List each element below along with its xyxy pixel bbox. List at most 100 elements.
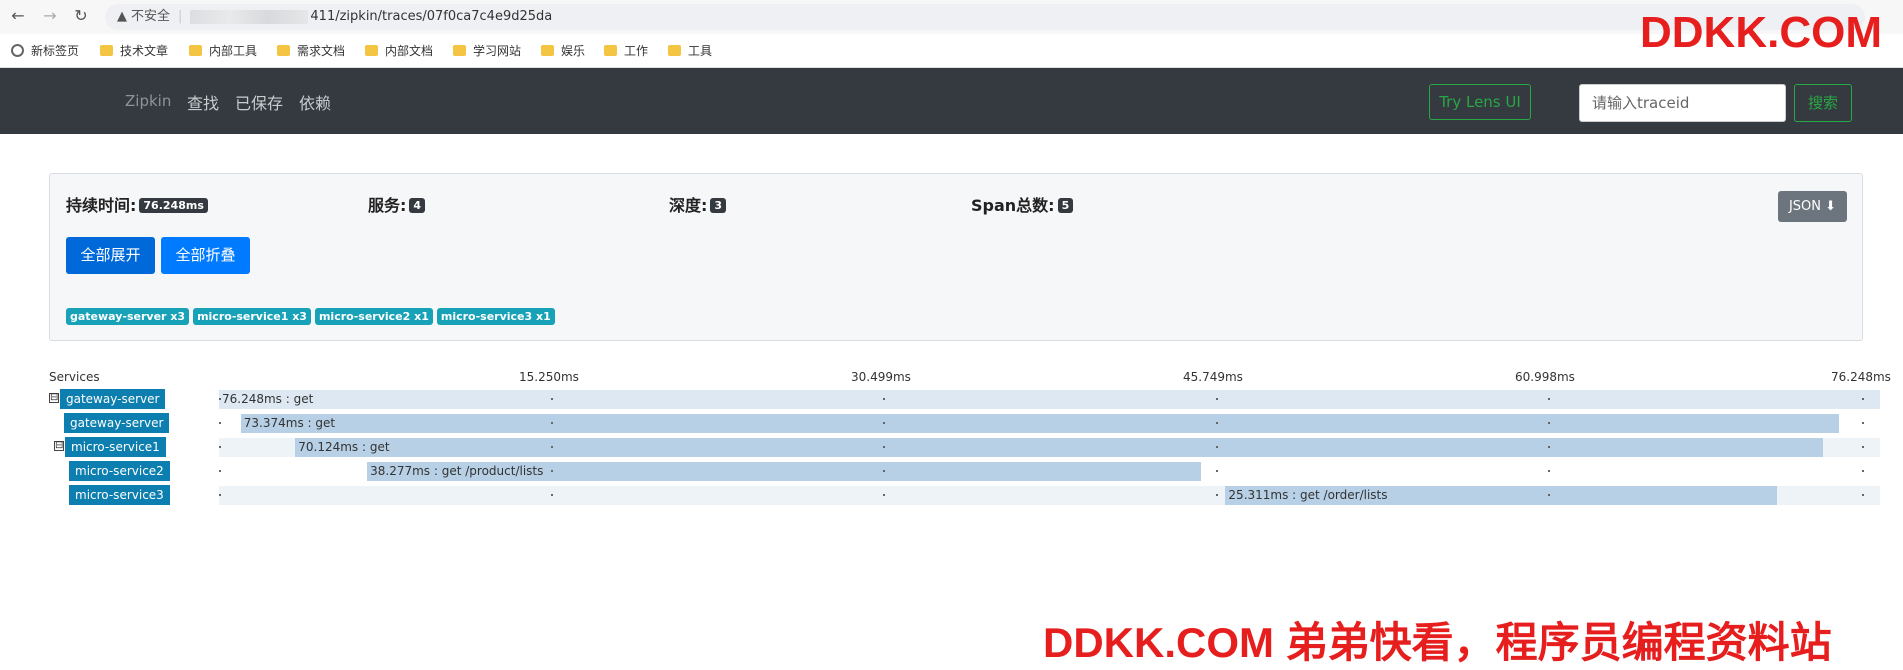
tick-dot	[551, 470, 554, 472]
duration-badge: 76.248ms	[139, 198, 208, 213]
url-path: 411/zipkin/traces/07f0ca7c4e9d25da	[310, 9, 553, 24]
download-icon: ⬇	[1825, 199, 1837, 214]
bookmark-new-tab[interactable]: 新标签页	[11, 43, 79, 59]
span-service-name: micro-service1	[65, 437, 166, 457]
nav-dependencies[interactable]: 依赖	[299, 90, 331, 114]
collapse-all-button[interactable]: 全部折叠	[161, 237, 250, 274]
depth-badge: 3	[710, 198, 727, 213]
tick-label: 30.499ms	[851, 370, 911, 384]
span-bar[interactable]	[240, 414, 1840, 433]
bookmark-requirements[interactable]: 需求文档	[277, 43, 345, 59]
span-service-name: micro-service2	[69, 461, 170, 481]
span-label: 25.311ms : get /order/lists	[1228, 488, 1388, 502]
tick-dot	[883, 470, 886, 472]
browser-address-bar: ← → ↻ ▲ 不安全 | 411/zipkin/traces/07f0ca7c4e9…	[0, 0, 1903, 34]
folder-icon	[277, 45, 290, 56]
service-badge[interactable]: gateway-server x3	[66, 308, 190, 325]
warning-icon: ▲	[117, 9, 127, 24]
tick-label: 76.248ms	[1831, 370, 1891, 384]
tick-dot	[1547, 446, 1550, 448]
span-row[interactable]: micro-service3 25.311ms : get /order/lis…	[0, 484, 1903, 506]
tick-dot	[551, 494, 554, 496]
watermark-bottom: DDKK.COM 弟弟快看，程序员编程资料站	[1043, 619, 1832, 666]
watermark-top: DDKK.COM	[1640, 8, 1882, 57]
bookmarks-bar: 新标签页 技术文章 内部工具 需求文档 内部文档 学习网站 娱乐 工作 工具	[0, 34, 1903, 68]
tick-dot	[551, 422, 554, 424]
tick-dot	[1215, 494, 1218, 496]
forward-arrow-icon[interactable]: →	[40, 6, 60, 26]
tick-dot	[219, 446, 221, 448]
bookmark-tech-articles[interactable]: 技术文章	[100, 43, 168, 59]
try-lens-ui-button[interactable]: Try Lens UI	[1429, 84, 1531, 120]
nav-saved[interactable]: 已保存	[235, 90, 283, 114]
services-header: Services	[49, 370, 100, 384]
span-total-stat: Span总数: 5	[971, 192, 1074, 216]
span-row[interactable]: ⊟ micro-service1 70.124ms : get	[0, 436, 1903, 458]
traceid-search-input[interactable]	[1579, 84, 1786, 122]
expand-all-button[interactable]: 全部展开	[66, 237, 155, 274]
tick-dot	[883, 398, 886, 400]
bookmark-learning[interactable]: 学习网站	[453, 43, 521, 59]
span-service-name: gateway-server	[64, 413, 170, 433]
tick-dot	[1547, 470, 1550, 472]
tick-dot	[1547, 422, 1550, 424]
globe-icon	[11, 44, 24, 57]
duration-stat: 持续时间: 76.248ms	[66, 192, 208, 216]
tick-dot	[1215, 422, 1218, 424]
search-button[interactable]: 搜索	[1794, 84, 1852, 122]
depth-stat: 深度: 3	[669, 192, 727, 216]
span-row[interactable]: gateway-server 73.374ms : get	[0, 412, 1903, 434]
back-arrow-icon[interactable]: ←	[8, 6, 28, 26]
span-row[interactable]: ⊟ gateway-server 76.248ms : get	[0, 388, 1903, 410]
span-bar[interactable]	[295, 438, 1823, 457]
span-label: 73.374ms : get	[243, 416, 336, 430]
tick-dot	[1215, 446, 1218, 448]
url-field[interactable]: ▲ 不安全 | 411/zipkin/traces/07f0ca7c4e9d25da	[105, 4, 1865, 30]
tick-dot	[1547, 494, 1550, 496]
tick-dot	[1862, 398, 1864, 400]
reload-icon[interactable]: ↻	[71, 6, 91, 26]
tick-label: 15.250ms	[519, 370, 579, 384]
tick-dot	[1215, 398, 1218, 400]
tick-dot	[883, 422, 886, 424]
span-row[interactable]: micro-service2 38.277ms : get /product/l…	[0, 460, 1903, 482]
trace-timeline: Services 15.250ms 30.499ms 45.749ms 60.9…	[0, 366, 1903, 516]
bookmark-internal-tools[interactable]: 内部工具	[189, 43, 257, 59]
bookmark-tools[interactable]: 工具	[668, 43, 712, 59]
tick-label: 60.998ms	[1515, 370, 1575, 384]
folder-icon	[541, 45, 554, 56]
service-badge[interactable]: micro-service2 x1	[314, 308, 433, 325]
tick-dot	[1862, 494, 1864, 496]
folder-icon	[604, 45, 617, 56]
nav-find[interactable]: 查找	[187, 90, 219, 114]
span-service-name: micro-service3	[69, 485, 170, 505]
bookmark-entertainment[interactable]: 娱乐	[541, 43, 585, 59]
redacted-host	[190, 9, 309, 24]
tick-dot	[1862, 446, 1864, 448]
service-badge[interactable]: micro-service1 x3	[193, 308, 311, 325]
bookmark-internal-docs[interactable]: 内部文档	[365, 43, 433, 59]
service-badge-list: gateway-server x3 micro-service1 x3 micro-…	[66, 305, 559, 325]
bookmark-work[interactable]: 工作	[604, 43, 648, 59]
service-badge[interactable]: micro-service3 x1	[436, 308, 555, 325]
folder-icon	[189, 45, 202, 56]
tick-dot	[551, 446, 554, 448]
span-bar[interactable]	[219, 390, 1880, 409]
tick-dot	[883, 494, 886, 496]
folder-icon	[668, 45, 681, 56]
services-badge: 4	[409, 198, 426, 213]
span-label: 70.124ms : get	[298, 440, 390, 454]
tick-dot	[219, 398, 221, 400]
app-navbar: Zipkin 查找 已保存 依赖 Try Lens UI 搜索	[0, 68, 1903, 134]
json-download-button[interactable]: JSON ⬇	[1778, 191, 1847, 222]
folder-icon	[100, 45, 113, 56]
brand-logo[interactable]: Zipkin	[125, 92, 171, 110]
collapse-toggle-icon[interactable]: ⊟	[49, 393, 59, 403]
span-total-badge: 5	[1057, 198, 1074, 213]
span-label: 76.248ms : get	[222, 392, 314, 406]
tick-dot	[1547, 398, 1550, 400]
services-stat: 服务: 4	[368, 192, 426, 216]
collapse-toggle-icon[interactable]: ⊟	[54, 441, 64, 451]
tick-dot	[883, 446, 886, 448]
tick-dot	[1215, 470, 1218, 472]
